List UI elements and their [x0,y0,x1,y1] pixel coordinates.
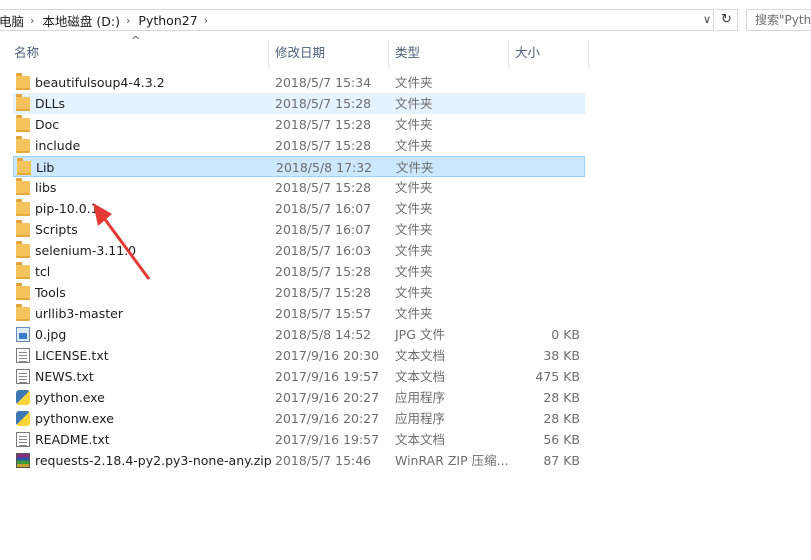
arrow-shaft [99,213,151,280]
annotation-arrow [93,203,151,280]
